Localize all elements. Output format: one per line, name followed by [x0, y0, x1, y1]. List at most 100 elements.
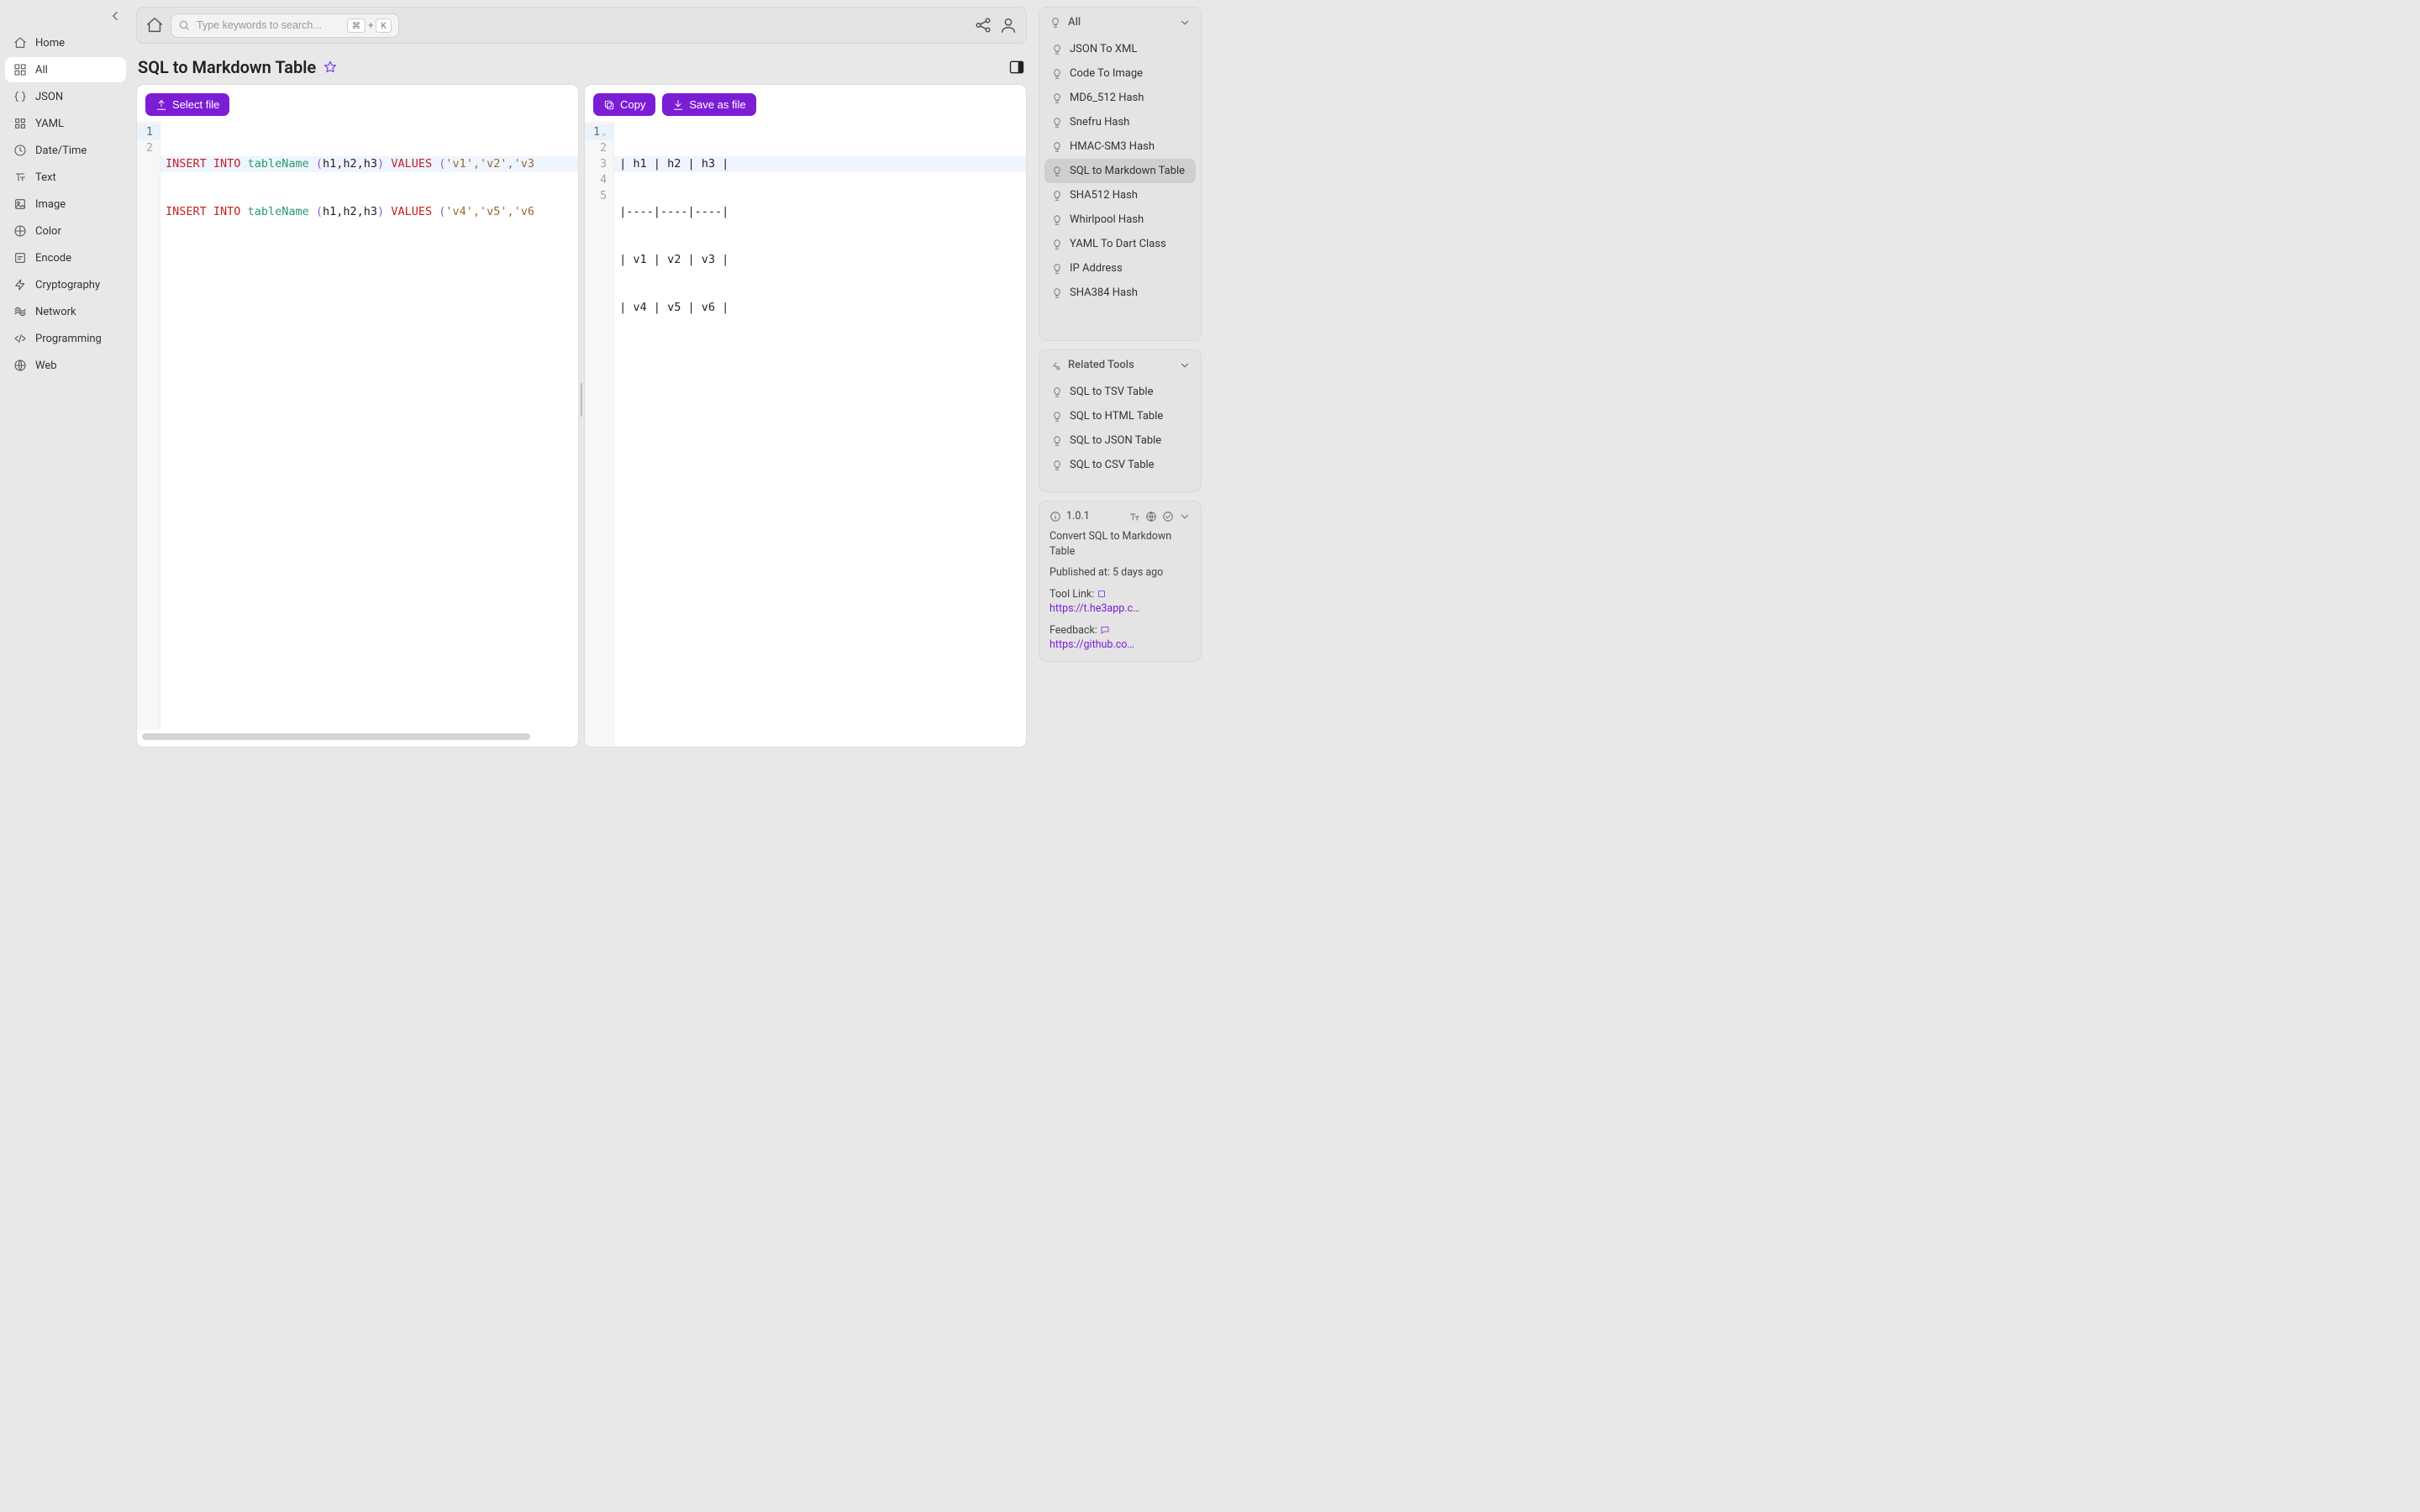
sidebar-item-label: Image	[35, 198, 66, 211]
tool-item[interactable]: YAML To Dart Class	[1044, 232, 1196, 256]
lightbulb-icon	[1051, 263, 1063, 275]
sidebar-item-cryptography[interactable]: Cryptography	[5, 272, 126, 297]
main: ⌘ + K SQL to Markdown Table	[131, 0, 1035, 756]
image-icon	[13, 197, 27, 211]
tool-item[interactable]: Whirlpool Hash	[1044, 207, 1196, 232]
related-tools-header[interactable]: Related Tools	[1039, 350, 1201, 380]
sidebar-item-label: All	[35, 64, 48, 76]
output-code-area[interactable]: 1⌄ 2 3 4 5 | h1 | h2 | h3 | |----|----|-…	[585, 121, 1026, 747]
sidebar-item-home[interactable]: Home	[5, 30, 126, 55]
select-file-button[interactable]: Select file	[145, 93, 229, 116]
search-input[interactable]	[197, 19, 340, 31]
sidebar-item-all[interactable]: All	[5, 57, 126, 82]
favorite-button[interactable]	[323, 60, 338, 75]
tool-item[interactable]: SHA512 Hash	[1044, 183, 1196, 207]
feedback-link[interactable]: https://github.com/…	[1050, 638, 1142, 653]
related-tools-list[interactable]: SQL to TSV Table SQL to HTML Table SQL to …	[1039, 380, 1201, 484]
tool-item[interactable]: SQL to HTML Table	[1044, 404, 1196, 428]
globe-icon[interactable]	[1145, 511, 1157, 522]
sidebar-item-date-time[interactable]: Date/Time	[5, 138, 126, 163]
check-circle-icon[interactable]	[1162, 511, 1174, 522]
sidebar-item-json[interactable]: JSON	[5, 84, 126, 109]
sidebar-item-text[interactable]: Text	[5, 165, 126, 190]
tool-item-label: SQL to CSV Table	[1070, 459, 1155, 471]
tool-item-label: SQL to Markdown Table	[1070, 165, 1185, 177]
upload-icon	[155, 99, 167, 111]
home-button[interactable]	[145, 16, 164, 34]
sidebar-item-web[interactable]: Web	[5, 353, 126, 378]
sidebar-item-label: Home	[35, 37, 65, 50]
meta-tool-link: Tool Link: https://t.he3app.co…	[1050, 587, 1191, 617]
tool-item-label: JSON To XML	[1070, 43, 1137, 55]
tool-item[interactable]: MD6_512 Hash	[1044, 86, 1196, 110]
lightbulb-icon	[1051, 44, 1063, 55]
tool-item[interactable]: JSON To XML	[1044, 37, 1196, 61]
lightbulb-icon	[1051, 141, 1063, 153]
tool-item[interactable]: HMAC-SM3 Hash	[1044, 134, 1196, 159]
all-tools-header[interactable]: All	[1039, 8, 1201, 37]
network-icon	[13, 305, 27, 318]
sidebar-item-programming[interactable]: Programming	[5, 326, 126, 351]
fold-icon[interactable]: ⌄	[600, 129, 607, 138]
lightbulb-icon	[1051, 386, 1063, 398]
lightbulb-icon	[1051, 459, 1063, 471]
sidebar-item-network[interactable]: Network	[5, 299, 126, 324]
meta-panel: 1.0.1 Convert SQL to Markdown Table Publ…	[1039, 501, 1202, 662]
text-size-icon[interactable]	[1128, 511, 1140, 522]
lightbulb-icon	[1051, 92, 1063, 104]
tool-item[interactable]: Snefru Hash	[1044, 110, 1196, 134]
output-code-body[interactable]: | h1 | h2 | h3 | |----|----|----| | v1 |…	[614, 121, 1026, 747]
all-tools-title: All	[1068, 16, 1081, 29]
tool-item[interactable]: SQL to JSON Table	[1044, 428, 1196, 453]
tool-item-label: Snefru Hash	[1070, 116, 1129, 129]
chevron-down-icon[interactable]	[1179, 511, 1191, 522]
right-panel: All JSON To XML Code To ImageMD6_512 Hash…	[1035, 0, 1210, 756]
input-code-area[interactable]: 1 2 INSERT INTO tableName (h1,h2,h3) VAL…	[137, 121, 578, 730]
meta-description: Convert SQL to Markdown Table	[1050, 529, 1191, 559]
output-editor: Copy Save as file 1⌄ 2 3 4 5	[584, 84, 1027, 748]
input-code-body[interactable]: INSERT INTO tableName (h1,h2,h3) VALUES …	[160, 121, 578, 730]
sidebar-item-yaml[interactable]: YAML	[5, 111, 126, 136]
copy-button[interactable]: Copy	[593, 93, 655, 116]
sidebar-item-color[interactable]: Color	[5, 218, 126, 244]
chevron-down-icon	[1179, 360, 1191, 371]
tool-item[interactable]: SHA384 Hash	[1044, 281, 1196, 305]
save-as-file-button[interactable]: Save as file	[662, 93, 755, 116]
sidebar-item-encode[interactable]: Encode	[5, 245, 126, 270]
tool-item-label: SQL to JSON Table	[1070, 434, 1161, 447]
share-button[interactable]	[974, 16, 992, 34]
page-title: SQL to Markdown Table	[138, 57, 316, 77]
sidebar-item-label: Cryptography	[35, 279, 100, 291]
input-editor: Select file 1 2 INSERT INTO tableName (h…	[136, 84, 579, 748]
tool-item[interactable]: Code To Image	[1044, 61, 1196, 86]
tool-item[interactable]: SQL to Markdown Table	[1044, 159, 1196, 183]
all-tools-group: All JSON To XML Code To ImageMD6_512 Hash…	[1039, 7, 1202, 341]
lightbulb-icon	[1051, 435, 1063, 447]
tool-item[interactable]: IP Address	[1044, 256, 1196, 281]
input-h-scrollbar[interactable]	[142, 732, 573, 742]
tool-item-label: SQL to HTML Table	[1070, 410, 1163, 423]
sidebar-item-image[interactable]: Image	[5, 192, 126, 217]
version-text: 1.0.1	[1066, 510, 1090, 522]
title-row: SQL to Markdown Table	[136, 50, 1027, 77]
message-icon	[1100, 625, 1110, 635]
collapse-sidebar-button[interactable]	[108, 8, 123, 24]
lightbulb-icon	[1051, 239, 1063, 250]
account-button[interactable]	[999, 16, 1018, 34]
sidebar-item-label: Date/Time	[35, 144, 87, 157]
sidebar-item-label: JSON	[35, 91, 63, 103]
search-box[interactable]: ⌘ + K	[171, 13, 399, 38]
related-tools-title: Related Tools	[1068, 359, 1134, 371]
all-tools-list[interactable]: JSON To XML Code To ImageMD6_512 Hash Snef…	[1039, 37, 1201, 312]
lightbulb-icon	[1051, 214, 1063, 226]
tool-item-label: SHA512 Hash	[1070, 189, 1138, 202]
yaml-icon	[13, 117, 27, 130]
tool-item[interactable]: SQL to CSV Table	[1044, 453, 1196, 477]
sidebar-item-label: Web	[35, 360, 57, 372]
search-shortcut: ⌘ + K	[347, 18, 392, 33]
tool-item[interactable]: SQL to TSV Table	[1044, 380, 1196, 404]
lightbulb-icon	[1051, 287, 1063, 299]
split-handle[interactable]	[579, 84, 584, 748]
tool-link[interactable]: https://t.he3app.co…	[1050, 601, 1142, 617]
toggle-right-panel-button[interactable]	[1008, 59, 1025, 76]
